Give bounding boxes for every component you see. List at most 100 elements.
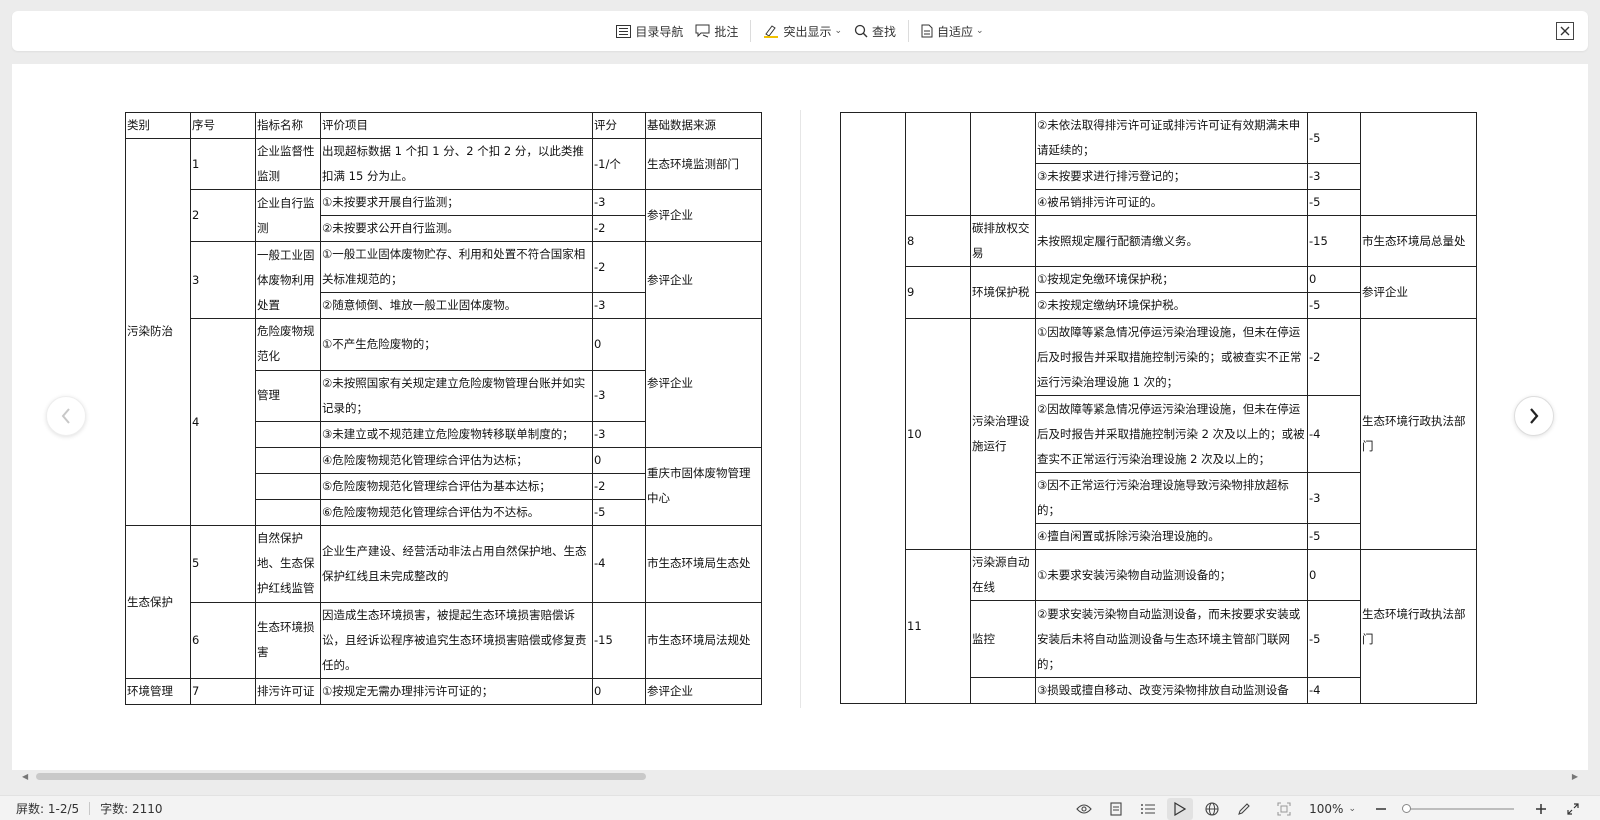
zoom-out-icon [1376, 807, 1386, 810]
indicator-cell: 污染治理设施运行 [970, 318, 1036, 551]
header-cell: 评价项目 [320, 112, 593, 139]
zoom-in-button[interactable] [1528, 798, 1554, 820]
reading-mode-button[interactable] [1167, 797, 1194, 820]
indicator-cell: 企业自行监测 [255, 189, 321, 243]
zoom-level[interactable]: 100% [1309, 802, 1343, 816]
score-cell: 0 [592, 446, 646, 474]
score-cell: 0 [1307, 266, 1361, 294]
chevron-down-icon[interactable]: ⌄ [1348, 804, 1356, 814]
item-cell: ①未要求安装污染物自动监测设备的； [1035, 549, 1308, 602]
indicator-cell: 危险废物规范化 [255, 318, 321, 371]
comment-label: 批注 [714, 24, 739, 39]
source-cell: 生态环境监测部门 [645, 137, 762, 191]
item-cell: ②因故障等紧急情况停运污染治理设施，但未在停运后及时报告并采取措施控制污染 2 … [1035, 395, 1308, 473]
toolbar-separator [750, 20, 752, 42]
comment-button[interactable]: 批注 [689, 17, 744, 45]
outline-view-button[interactable] [1135, 798, 1161, 820]
score-cell: -2 [592, 215, 646, 243]
score-cell: -1/个 [592, 137, 646, 191]
item-cell: ⑤危险废物规范化管理综合评估为基本达标； [320, 472, 593, 500]
comment-icon [695, 24, 710, 38]
expand-icon [1567, 802, 1579, 815]
chevron-left-icon [61, 408, 70, 424]
indicator-cell-empty [255, 498, 321, 526]
item-cell: ①不产生危险废物的； [320, 318, 593, 371]
score-cell: -4 [592, 524, 646, 603]
indicator-cell: 企业监督性监测 [255, 137, 321, 191]
indicator-cell: 一般工业固体废物利用处置 [255, 241, 321, 320]
item-cell: ②未依法取得排污许可证或排污许可证有效期满未申请延续的； [1035, 111, 1308, 165]
table-row: 2 企业自行监测 ①未按要求开展自行监测； -3 参评企业 [126, 189, 762, 243]
page-divider [800, 110, 801, 708]
table-row: 10 污染治理设施运行 ①因故障等紧急情况停运污染治理设施，但未在停运后及时报告… [841, 318, 1477, 551]
toc-nav-button[interactable]: 目录导航 [610, 17, 689, 45]
category-cell-empty [840, 111, 906, 705]
source-cell: 生态环境行政执法部门 [1360, 549, 1477, 705]
fit-page-button[interactable]: 自适应 ⌄ [915, 17, 990, 45]
fullscreen-fit-icon [1277, 801, 1291, 816]
item-cell: ①一般工业固体废物贮存、利用和处置不符合国家相关标准规范的； [320, 241, 593, 294]
fit-page-label: 自适应 [937, 24, 974, 39]
zoom-out-button[interactable] [1368, 798, 1394, 820]
table-row: 9 环境保护税 ①按规定免缴环境保护税； 0 参评企业 [841, 266, 1477, 320]
score-cell: -3 [592, 369, 646, 422]
indicator-cell-empty [255, 420, 321, 448]
item-cell: ⑥危险废物规范化管理综合评估为不达标。 [320, 498, 593, 526]
source-cell: 参评企业 [645, 678, 762, 706]
item-cell: ①未按要求开展自行监测； [320, 189, 593, 217]
toc-nav-label: 目录导航 [635, 24, 684, 39]
highlight-button[interactable]: 突出显示 ⌄ [757, 17, 848, 45]
header-cell: 类别 [125, 112, 191, 139]
score-cell: -3 [592, 189, 646, 217]
next-page-button[interactable] [1514, 396, 1554, 436]
score-cell: -3 [1307, 163, 1361, 191]
item-cell: ③因不正常运行污染治理设施导致污染物排放超标的； [1035, 471, 1308, 525]
zoom-slider-knob[interactable] [1402, 803, 1411, 813]
document-viewport[interactable]: 类别 序号 指标名称 评价项目 评分 基础数据来源 污染防治 1 企业监督性监测… [12, 64, 1588, 770]
fit-window-button[interactable] [1271, 798, 1297, 820]
web-view-button[interactable] [1199, 798, 1225, 820]
score-cell: 0 [592, 678, 646, 706]
highlight-icon [764, 25, 779, 38]
toc-icon [616, 24, 632, 38]
search-icon [854, 24, 868, 38]
item-cell: 企业生产建设、经营活动非法占用自然保护地、生态保护红线且未完成整改的 [320, 524, 593, 603]
page-left: 类别 序号 指标名称 评价项目 评分 基础数据来源 污染防治 1 企业监督性监测… [125, 112, 762, 706]
table-row: 生态保护 5 自然保护地、生态保护红线监管 企业生产建设、经营活动非法占用自然保… [125, 524, 762, 680]
horizontal-scrollbar[interactable]: ◀ ▶ [12, 770, 1588, 782]
table-row: 11 污染源自动在线 ①未要求安装污染物自动监测设备的； 0 生态环境行政执法部… [841, 549, 1477, 705]
previous-page-button[interactable] [46, 396, 86, 436]
score-cell: -15 [1307, 215, 1361, 268]
find-button[interactable]: 查找 [848, 17, 902, 45]
fit-page-icon [921, 24, 933, 38]
evaluation-table-left: 类别 序号 指标名称 评价项目 评分 基础数据来源 污染防治 1 企业监督性监测… [125, 112, 762, 706]
scrollbar-thumb[interactable] [36, 773, 646, 780]
zoom-slider[interactable] [1402, 803, 1514, 813]
eye-protection-button[interactable] [1071, 798, 1097, 820]
chevron-down-icon: ⌄ [976, 26, 984, 36]
source-cell: 参评企业 [645, 241, 762, 320]
header-cell: 基础数据来源 [645, 112, 762, 139]
score-cell: -5 [1307, 189, 1361, 217]
scroll-right-icon[interactable]: ▶ [1572, 772, 1578, 781]
globe-icon [1205, 801, 1219, 816]
score-cell: -5 [592, 498, 646, 526]
scroll-left-icon[interactable]: ◀ [22, 772, 28, 781]
item-cell: ①因故障等紧急情况停运污染治理设施，但未在停运后及时报告并采取措施控制污染的；或… [1035, 318, 1308, 397]
page-view-icon [1110, 801, 1122, 816]
close-button[interactable] [1556, 22, 1574, 40]
close-icon [1560, 26, 1570, 36]
source-cell: 市生态环境局总量处 [1360, 215, 1477, 268]
page-view-button[interactable] [1103, 798, 1129, 820]
header-cell: 评分 [592, 112, 646, 139]
expand-button[interactable] [1560, 798, 1586, 820]
item-cell: ④被吊销排污许可证的。 [1035, 189, 1308, 217]
table-row: 4 危险废物规范化 ①不产生危险废物的； 0 参评企业 [126, 318, 762, 526]
annotate-button[interactable] [1231, 798, 1257, 820]
source-cell: 参评企业 [1360, 266, 1477, 320]
item-cell: ④擅自闲置或拆除污染治理设施的。 [1035, 523, 1308, 551]
number-cell: 5 [190, 524, 256, 603]
item-cell: ③未按要求进行排污登记的； [1035, 163, 1308, 191]
score-cell: -2 [592, 241, 646, 294]
score-cell: -2 [1307, 318, 1361, 397]
